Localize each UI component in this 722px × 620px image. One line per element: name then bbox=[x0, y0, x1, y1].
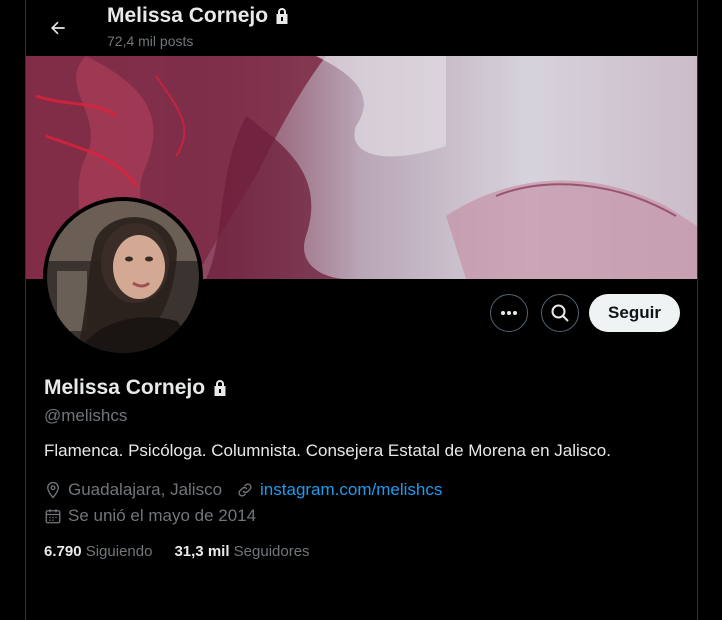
back-button[interactable] bbox=[42, 12, 74, 44]
avatar-photo bbox=[47, 201, 199, 353]
website-item: instagram.com/melishcs bbox=[236, 480, 442, 500]
following-link[interactable]: 6.790 Siguiendo bbox=[44, 543, 152, 560]
profile-name-row: Melissa Cornejo bbox=[44, 376, 228, 400]
lock-icon bbox=[214, 380, 226, 396]
lock-icon bbox=[276, 8, 288, 24]
following-count: 6.790 bbox=[44, 543, 82, 560]
top-bar: Melissa Cornejo 72,4 mil posts bbox=[26, 0, 697, 56]
profile-bio: Flamenca. Psicóloga. Columnista. Conseje… bbox=[44, 441, 611, 460]
search-profile-button[interactable] bbox=[541, 294, 579, 332]
joined-text: Se unió el mayo de 2014 bbox=[68, 506, 257, 525]
location-pin-icon bbox=[47, 481, 59, 499]
followers-label: Seguidores bbox=[233, 543, 310, 560]
calendar-icon bbox=[45, 509, 61, 524]
avatar[interactable] bbox=[43, 197, 203, 357]
more-icon bbox=[501, 311, 517, 315]
profile-handle: @melishcs bbox=[44, 406, 128, 425]
followers-count: 31,3 mil bbox=[174, 543, 230, 560]
following-label: Siguiendo bbox=[85, 543, 153, 560]
arrow-left-icon bbox=[51, 21, 65, 35]
more-options-button[interactable] bbox=[490, 294, 528, 332]
follow-button[interactable]: Seguir bbox=[589, 294, 680, 332]
profile-meta-row: Guadalajara, Jalisco instagram.com/melis… bbox=[44, 480, 456, 500]
header-title: Melissa Cornejo bbox=[107, 4, 269, 27]
location-item: Guadalajara, Jalisco bbox=[44, 480, 222, 500]
joined-item: Se unió el mayo de 2014 bbox=[44, 506, 256, 526]
posts-count: 72,4 mil posts bbox=[107, 33, 194, 49]
follow-stats: 6.790 Siguiendo 31,3 mil Seguidores bbox=[44, 543, 310, 560]
joined-row: Se unió el mayo de 2014 bbox=[44, 506, 270, 526]
followers-link[interactable]: 31,3 mil Seguidores bbox=[174, 543, 309, 560]
profile-name: Melissa Cornejo bbox=[44, 376, 206, 399]
header-title-row: Melissa Cornejo bbox=[107, 4, 290, 28]
website-link[interactable]: instagram.com/melishcs bbox=[260, 480, 442, 500]
search-icon bbox=[551, 304, 569, 322]
link-icon bbox=[238, 483, 252, 497]
location-text: Guadalajara, Jalisco bbox=[68, 480, 223, 499]
profile-column: Melissa Cornejo 72,4 mil posts Seguir Me… bbox=[25, 0, 698, 620]
